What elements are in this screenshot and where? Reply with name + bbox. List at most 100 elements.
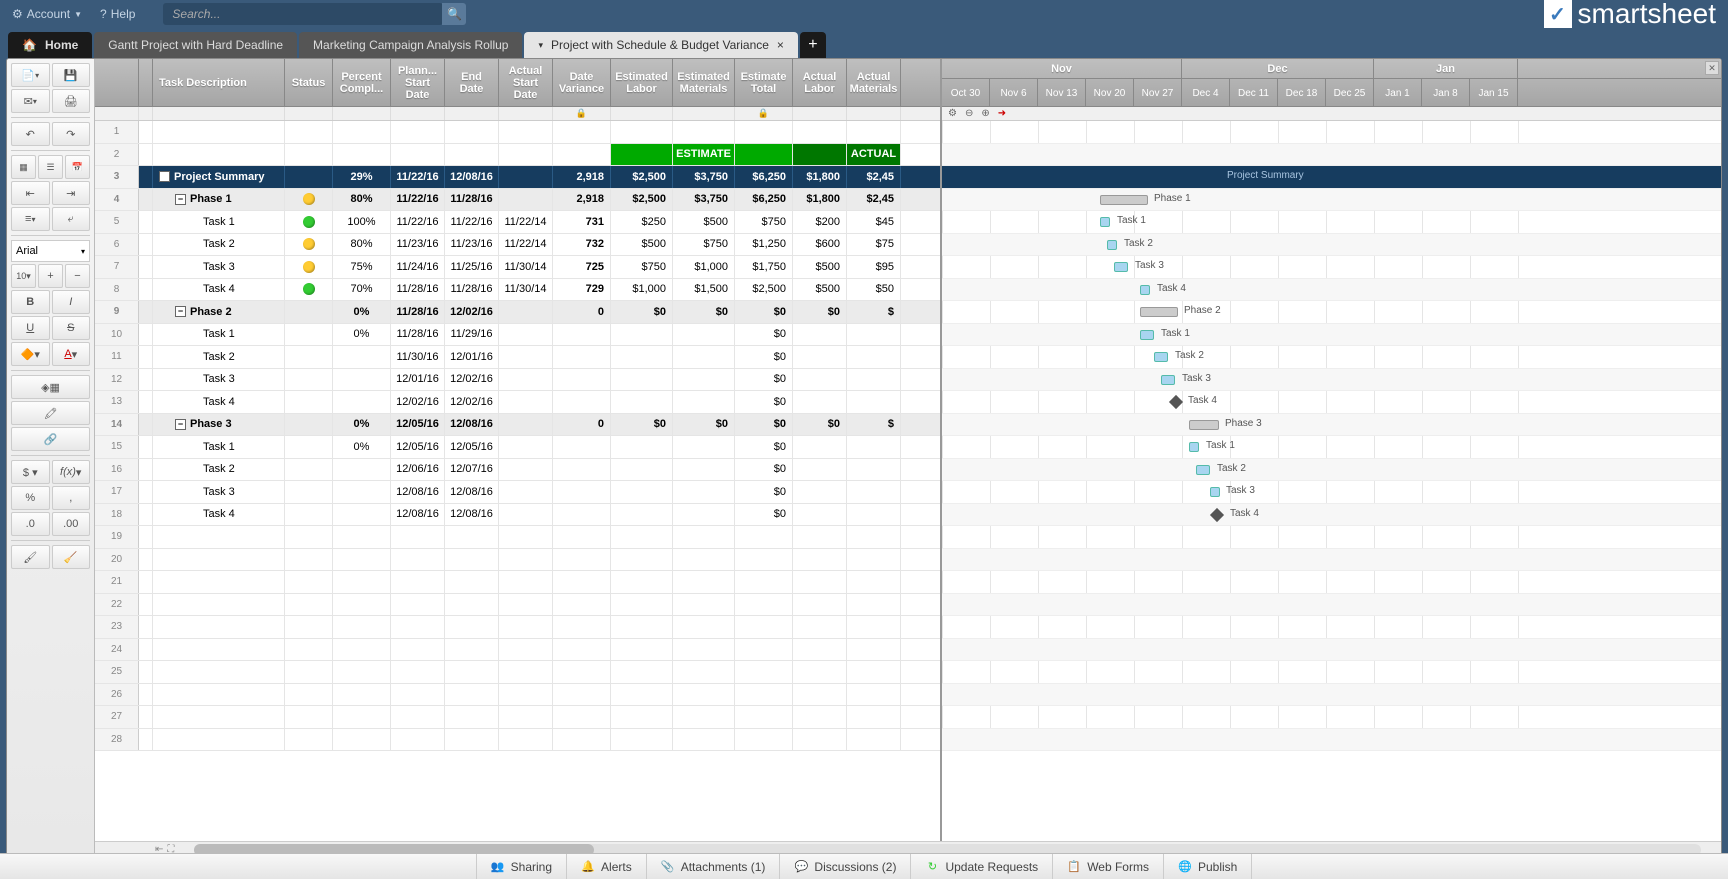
gantt-row[interactable] bbox=[942, 391, 1721, 414]
search-input[interactable]: Search... bbox=[163, 3, 443, 25]
table-row[interactable]: 2ESTIMATEACTUAL bbox=[95, 144, 940, 167]
gantt-row[interactable] bbox=[942, 189, 1721, 212]
collapse-icon[interactable]: − bbox=[175, 419, 186, 430]
gantt-row[interactable] bbox=[942, 279, 1721, 302]
thousands-button[interactable]: , bbox=[52, 486, 91, 510]
table-row[interactable]: 13Task 412/02/1612/02/16$0 bbox=[95, 391, 940, 414]
undo-button[interactable]: ↶ bbox=[11, 122, 50, 146]
table-row[interactable]: 11Task 211/30/1612/01/16$0 bbox=[95, 346, 940, 369]
zoom-in-icon[interactable]: ⊕ bbox=[981, 108, 989, 119]
table-row[interactable]: 5Task 1100%11/22/1611/22/1611/22/14731$2… bbox=[95, 211, 940, 234]
column-header[interactable]: End Date bbox=[445, 59, 499, 106]
save-button[interactable]: 💾 bbox=[52, 63, 91, 87]
table-row[interactable]: 9−Phase 20%11/28/1612/02/160$0$0$0$0$ bbox=[95, 301, 940, 324]
gantt-row[interactable] bbox=[942, 324, 1721, 347]
formula-button[interactable]: f(x)▾ bbox=[52, 460, 91, 484]
gantt-body[interactable]: Project SummaryPhase 1Task 1Task 2Task 3… bbox=[942, 121, 1721, 751]
table-row[interactable]: 6Task 280%11/23/1611/23/1611/22/14732$50… bbox=[95, 234, 940, 257]
clear-format-button[interactable]: 🧹 bbox=[52, 545, 91, 569]
format-painter-button[interactable]: 🖌 bbox=[11, 545, 50, 569]
gantt-row[interactable] bbox=[942, 414, 1721, 437]
close-icon[interactable]: × bbox=[777, 38, 784, 52]
table-row[interactable]: 28 bbox=[95, 729, 940, 752]
tab-marketing[interactable]: Marketing Campaign Analysis Rollup bbox=[299, 32, 522, 58]
goto-today-icon[interactable]: ➜ bbox=[998, 108, 1006, 119]
table-row[interactable]: 15Task 10%12/05/1612/05/16$0 bbox=[95, 436, 940, 459]
column-header[interactable]: Date Variance bbox=[553, 59, 611, 106]
alerts-button[interactable]: 🔔Alerts bbox=[567, 854, 647, 879]
gantt-row[interactable] bbox=[942, 369, 1721, 392]
new-sheet-button[interactable]: 📄▾ bbox=[11, 63, 50, 87]
table-row[interactable]: 14−Phase 30%12/05/1612/08/160$0$0$0$0$ bbox=[95, 414, 940, 437]
gantt-row[interactable] bbox=[942, 436, 1721, 459]
collapse-icon[interactable]: − bbox=[159, 171, 170, 182]
column-header[interactable]: Estimate Total bbox=[735, 59, 793, 106]
gantt-row[interactable] bbox=[942, 616, 1721, 639]
gantt-row[interactable] bbox=[942, 706, 1721, 729]
font-increase-button[interactable]: + bbox=[38, 264, 63, 288]
column-header[interactable]: Estimated Materials bbox=[673, 59, 735, 106]
gantt-row[interactable] bbox=[942, 256, 1721, 279]
link-button[interactable]: 🔗 bbox=[11, 427, 90, 451]
gantt-bar[interactable] bbox=[1154, 352, 1168, 362]
gantt-row[interactable] bbox=[942, 481, 1721, 504]
align-left-button[interactable]: ≡▾ bbox=[11, 207, 50, 231]
gantt-row[interactable] bbox=[942, 234, 1721, 257]
gantt-row[interactable] bbox=[942, 166, 1721, 189]
text-color-button[interactable]: A▾ bbox=[52, 342, 91, 366]
tab-gantt-project[interactable]: Gantt Project with Hard Deadline bbox=[94, 32, 297, 58]
gantt-bar[interactable] bbox=[1140, 307, 1178, 317]
help-menu[interactable]: ? Help bbox=[100, 7, 135, 21]
grid-body[interactable]: 12ESTIMATEACTUAL3−Project Summary29%11/2… bbox=[95, 121, 940, 751]
attachments-button[interactable]: 📎Attachments (1) bbox=[647, 854, 781, 879]
gantt-row[interactable] bbox=[942, 571, 1721, 594]
tab-dropdown-icon[interactable]: ▾ bbox=[538, 40, 543, 51]
column-header[interactable]: Task Description bbox=[153, 59, 285, 106]
table-row[interactable]: 3−Project Summary29%11/22/1612/08/162,91… bbox=[95, 166, 940, 189]
gantt-row[interactable] bbox=[942, 144, 1721, 167]
tab-home[interactable]: 🏠 Home bbox=[8, 32, 92, 58]
gantt-row[interactable] bbox=[942, 639, 1721, 662]
bold-button[interactable]: B bbox=[11, 290, 50, 314]
column-header[interactable]: Actual Materials bbox=[847, 59, 901, 106]
publish-button[interactable]: 🌐Publish bbox=[1164, 854, 1252, 879]
underline-button[interactable]: U bbox=[11, 316, 50, 340]
gantt-bar[interactable] bbox=[1114, 262, 1128, 272]
strikethrough-button[interactable]: S bbox=[52, 316, 91, 340]
font-decrease-button[interactable]: − bbox=[65, 264, 90, 288]
wrap-button[interactable]: ⤶ bbox=[52, 207, 91, 231]
table-row[interactable]: 7Task 375%11/24/1611/25/1611/30/14725$75… bbox=[95, 256, 940, 279]
gantt-bar[interactable] bbox=[1107, 240, 1117, 250]
table-row[interactable]: 21 bbox=[95, 571, 940, 594]
font-size-select[interactable]: 10 ▾ bbox=[11, 264, 36, 288]
outdent-button[interactable]: ⇥ bbox=[52, 181, 91, 205]
table-row[interactable]: 17Task 312/08/1612/08/16$0 bbox=[95, 481, 940, 504]
add-tab-button[interactable]: + bbox=[800, 32, 826, 58]
table-row[interactable]: 23 bbox=[95, 616, 940, 639]
gantt-row[interactable] bbox=[942, 504, 1721, 527]
redo-button[interactable]: ↷ bbox=[52, 122, 91, 146]
gantt-bar[interactable] bbox=[1161, 375, 1175, 385]
fill-color-button[interactable]: 🔶▾ bbox=[11, 342, 50, 366]
gantt-row[interactable] bbox=[942, 661, 1721, 684]
gantt-bar[interactable] bbox=[1189, 442, 1199, 452]
table-row[interactable]: 10Task 10%11/28/1611/29/16$0 bbox=[95, 324, 940, 347]
table-row[interactable]: 1 bbox=[95, 121, 940, 144]
calendar-view-button[interactable]: 📅 bbox=[65, 155, 90, 179]
gantt-row[interactable] bbox=[942, 301, 1721, 324]
gantt-row[interactable] bbox=[942, 594, 1721, 617]
indent-button[interactable]: ⇤ bbox=[11, 181, 50, 205]
update-requests-button[interactable]: ↻Update Requests bbox=[911, 854, 1053, 879]
tab-project-variance[interactable]: ▾ Project with Schedule & Budget Varianc… bbox=[524, 32, 797, 58]
table-row[interactable]: 25 bbox=[95, 661, 940, 684]
column-header[interactable]: Percent Compl... bbox=[333, 59, 391, 106]
gantt-row[interactable] bbox=[942, 459, 1721, 482]
print-button[interactable]: 🖨 bbox=[52, 89, 91, 113]
conditional-format-button[interactable]: ◈▦ bbox=[11, 375, 90, 399]
gantt-bar[interactable] bbox=[1189, 420, 1219, 430]
table-row[interactable]: 26 bbox=[95, 684, 940, 707]
column-header[interactable]: Actual Start Date bbox=[499, 59, 553, 106]
highlight-button[interactable]: 🖍 bbox=[11, 401, 90, 425]
gantt-settings-icon[interactable]: ⚙ bbox=[948, 108, 957, 119]
search-button[interactable]: 🔍 bbox=[442, 3, 466, 25]
